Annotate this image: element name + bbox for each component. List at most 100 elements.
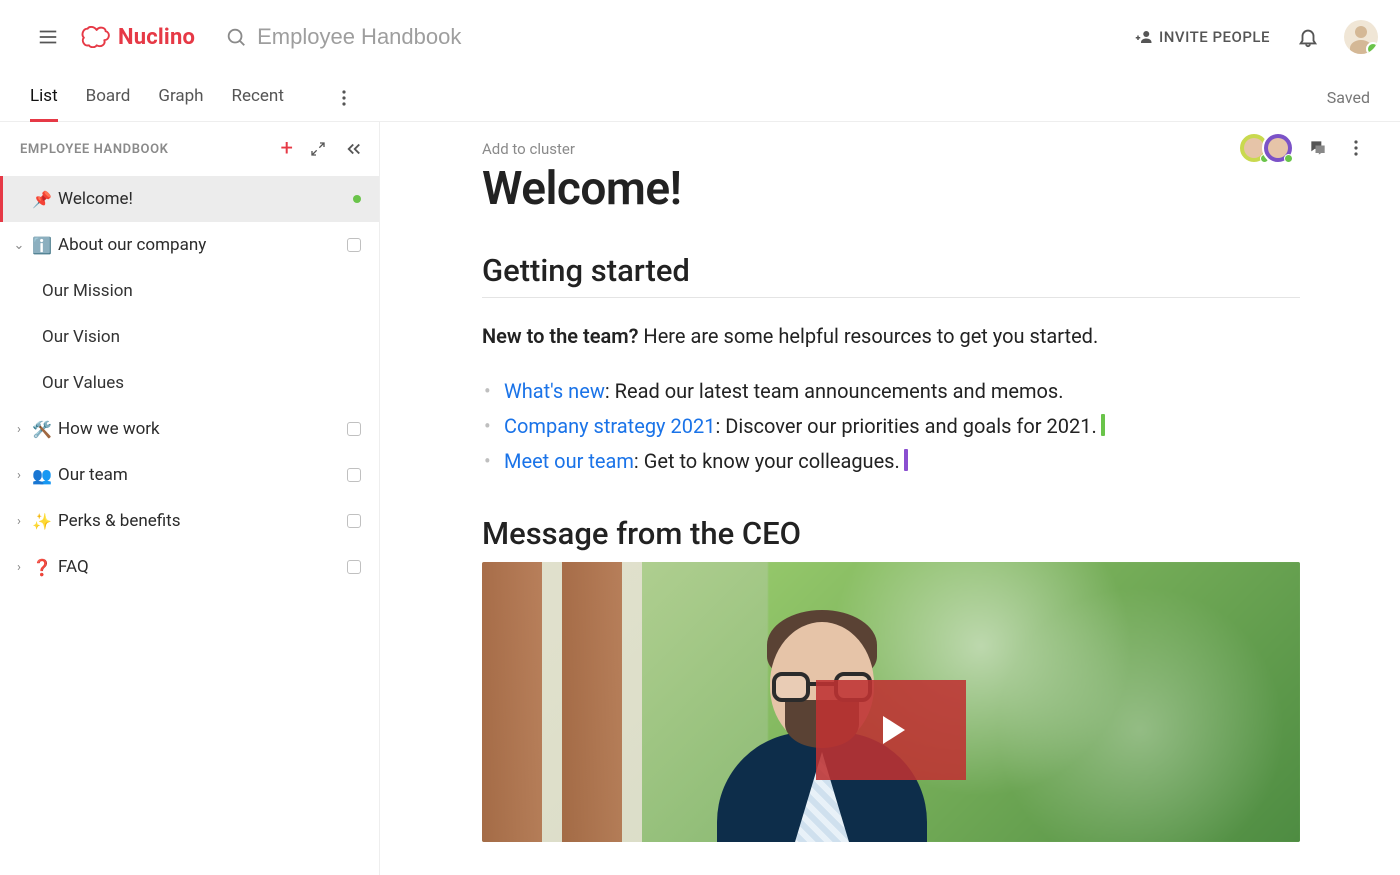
sparkle-icon: ✨ — [32, 512, 52, 531]
pin-icon: 📌 — [32, 190, 52, 209]
main: EMPLOYEE HANDBOOK + 📌 Welcome! ⌄ ℹ️ — [0, 122, 1400, 875]
app-logo[interactable]: Nuclino — [80, 25, 195, 50]
info-icon: ℹ️ — [32, 236, 52, 255]
heading-ceo-message[interactable]: Message from the CEO — [482, 515, 1300, 552]
document-pane: Add to cluster Welcome! Getting started … — [380, 122, 1400, 875]
tree-item-faq[interactable]: › ❓ FAQ — [0, 544, 379, 590]
tree-label: Our Values — [42, 373, 124, 393]
tree-item-values[interactable]: Our Values — [0, 360, 379, 406]
tree-label: Our team — [58, 465, 128, 485]
document-content: Add to cluster Welcome! Getting started … — [380, 122, 1400, 875]
list-text: : Get to know your colleagues. — [634, 449, 900, 473]
saved-status: Saved — [1327, 88, 1370, 107]
cluster-badge — [347, 238, 361, 252]
tree-label: Welcome! — [58, 189, 133, 209]
invite-people-button[interactable]: INVITE PEOPLE — [1127, 22, 1278, 52]
cluster-badge — [347, 514, 361, 528]
tab-graph[interactable]: Graph — [158, 74, 203, 122]
sidebar-expand-button[interactable] — [307, 138, 329, 160]
link-meet-team[interactable]: Meet our team — [504, 449, 634, 473]
view-tabs-row: List Board Graph Recent Saved — [0, 74, 1400, 122]
chevron-down-icon[interactable]: ⌄ — [12, 238, 26, 253]
invite-label: INVITE PEOPLE — [1159, 28, 1270, 46]
topbar-right: INVITE PEOPLE — [1127, 17, 1378, 57]
sidebar-title: EMPLOYEE HANDBOOK — [20, 142, 169, 157]
heading-getting-started[interactable]: Getting started — [482, 252, 1300, 298]
comments-button[interactable] — [1304, 134, 1332, 162]
resource-list: What's new: Read our latest team announc… — [482, 374, 1300, 479]
cluster-badge — [347, 560, 361, 574]
cluster-badge — [347, 468, 361, 482]
collaborator-cursor — [904, 449, 908, 471]
person-add-icon — [1135, 28, 1153, 46]
tree-label: How we work — [58, 419, 160, 439]
tools-icon: 🛠️ — [32, 420, 52, 439]
chat-icon — [1308, 138, 1328, 158]
bell-icon — [1297, 26, 1319, 48]
tree-item-ourteam[interactable]: › 👥 Our team — [0, 452, 379, 498]
collaborator-avatars — [1238, 132, 1294, 164]
list-item[interactable]: What's new: Read our latest team announc… — [504, 374, 1300, 409]
doc-more-button[interactable] — [1342, 134, 1370, 162]
view-tabs: List Board Graph Recent — [30, 74, 358, 122]
tree-item-howwework[interactable]: › 🛠️ How we work — [0, 406, 379, 452]
tree-item-welcome[interactable]: 📌 Welcome! — [0, 176, 379, 222]
chevron-right-icon[interactable]: › — [12, 468, 26, 483]
sidebar: EMPLOYEE HANDBOOK + 📌 Welcome! ⌄ ℹ️ — [0, 122, 380, 875]
tree-label: FAQ — [58, 557, 89, 577]
user-avatar[interactable] — [1344, 20, 1378, 54]
play-icon — [871, 710, 911, 750]
sidebar-tree: 📌 Welcome! ⌄ ℹ️ About our company Our Mi… — [0, 176, 379, 875]
link-whats-new[interactable]: What's new — [504, 379, 605, 403]
tree-item-mission[interactable]: Our Mission — [0, 268, 379, 314]
search-input[interactable] — [257, 24, 757, 50]
chevron-right-icon[interactable]: › — [12, 560, 26, 575]
people-icon: 👥 — [32, 466, 52, 485]
tabs-more-button[interactable] — [330, 84, 358, 112]
search — [225, 24, 1127, 50]
tree-label: Our Vision — [42, 327, 120, 347]
more-vertical-icon — [1354, 140, 1358, 156]
intro-strong: New to the team? — [482, 324, 638, 348]
chevrons-left-icon — [345, 141, 363, 157]
collaborator-avatar[interactable] — [1262, 132, 1294, 164]
more-vertical-icon — [342, 90, 346, 106]
list-text: : Read our latest team announcements and… — [605, 379, 1064, 403]
chevron-right-icon[interactable]: › — [12, 514, 26, 529]
ceo-video[interactable] — [482, 562, 1300, 842]
intro-rest: Here are some helpful resources to get y… — [638, 324, 1098, 348]
tab-board[interactable]: Board — [86, 74, 131, 122]
app-name: Nuclino — [118, 25, 195, 50]
list-text: : Discover our priorities and goals for … — [715, 414, 1096, 438]
notifications-button[interactable] — [1288, 17, 1328, 57]
tab-list[interactable]: List — [30, 74, 58, 122]
menu-icon[interactable] — [28, 17, 68, 57]
list-item[interactable]: Meet our team: Get to know your colleagu… — [504, 444, 1300, 479]
search-icon — [225, 26, 247, 48]
tree-item-vision[interactable]: Our Vision — [0, 314, 379, 360]
sidebar-header: EMPLOYEE HANDBOOK + — [0, 122, 379, 176]
collaborators-bar — [1238, 132, 1370, 164]
sidebar-add-button[interactable]: + — [281, 138, 293, 160]
video-play-button[interactable] — [816, 680, 966, 780]
cluster-badge — [347, 422, 361, 436]
brain-icon — [80, 26, 112, 48]
sidebar-actions: + — [281, 138, 365, 160]
intro-paragraph[interactable]: New to the team? Here are some helpful r… — [482, 320, 1300, 352]
tree-item-perks[interactable]: › ✨ Perks & benefits — [0, 498, 379, 544]
question-icon: ❓ — [32, 558, 52, 577]
live-dot — [353, 195, 361, 203]
chevron-right-icon[interactable]: › — [12, 422, 26, 437]
collaborator-cursor — [1101, 414, 1105, 436]
tree-item-about[interactable]: ⌄ ℹ️ About our company — [0, 222, 379, 268]
document-title[interactable]: Welcome! — [482, 162, 1300, 216]
tab-recent[interactable]: Recent — [232, 74, 284, 122]
tree-label: About our company — [58, 235, 206, 255]
tree-label: Our Mission — [42, 281, 133, 301]
add-to-cluster-button[interactable]: Add to cluster — [482, 140, 1300, 158]
link-company-strategy[interactable]: Company strategy 2021 — [504, 414, 715, 438]
sidebar-collapse-button[interactable] — [343, 138, 365, 160]
tree-label: Perks & benefits — [58, 511, 181, 531]
topbar: Nuclino INVITE PEOPLE — [0, 0, 1400, 74]
list-item[interactable]: Company strategy 2021: Discover our prio… — [504, 409, 1300, 444]
